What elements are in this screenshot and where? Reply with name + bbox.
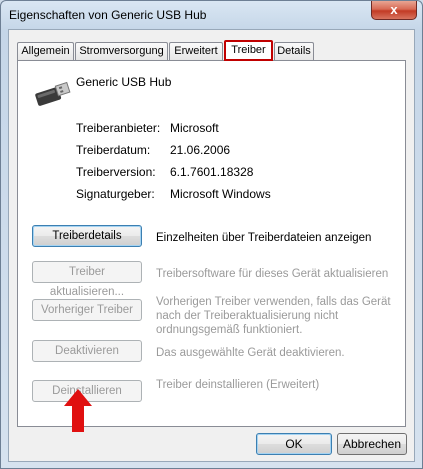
disable-device-button[interactable]: Deaktivieren [32,340,142,362]
driver-version-label: Treiberversion: [76,165,156,179]
update-driver-description: Treibersoftware für dieses Gerät aktuali… [156,268,389,280]
roll-back-driver-description: Vorherigen Treiber verwenden, falls das … [156,296,391,336]
digital-signer-label: Signaturgeber: [76,187,155,201]
tab-treiber[interactable]: Treiber [224,40,273,61]
tab-stromversorgung[interactable]: Stromversorgung [75,42,168,60]
driver-provider-label: Treiberanbieter: [76,121,161,135]
tab-erweitert[interactable]: Erweitert [169,42,223,60]
driver-version-value: 6.1.7601.18328 [170,165,254,179]
up-arrow-icon [64,389,92,432]
cancel-button[interactable]: Abbrechen [337,433,407,455]
close-button[interactable]: x [371,1,417,20]
device-name: Generic USB Hub [76,75,172,89]
driver-date-label: Treiberdatum: [76,143,151,157]
tab-panel-treiber: Generic USB Hub Treiberanbieter: Microso… [17,60,406,427]
driver-details-description: Einzelheiten über Treiberdateien anzeige… [156,232,372,244]
window-title: Eigenschaften von Generic USB Hub [9,8,207,22]
tab-allgemein[interactable]: Allgemein [17,42,74,60]
driver-details-button[interactable]: Treiberdetails [32,225,142,247]
digital-signer-value: Microsoft Windows [170,187,271,201]
disable-device-description: Das ausgewählte Gerät deaktivieren. [156,347,345,359]
properties-dialog: Eigenschaften von Generic USB Hub x Allg… [0,0,423,469]
uninstall-driver-description: Treiber deinstallieren (Erweitert) [156,379,320,391]
driver-provider-value: Microsoft [170,121,219,135]
title-bar[interactable]: Eigenschaften von Generic USB Hub x [1,1,422,29]
usb-plug-icon [35,81,71,106]
driver-date-value: 21.06.2006 [170,143,231,157]
update-driver-button[interactable]: Treiber aktualisieren... [32,261,142,298]
tab-details[interactable]: Details [274,42,314,60]
roll-back-driver-button[interactable]: Vorheriger Treiber [32,299,142,321]
ok-button[interactable]: OK [256,433,332,455]
